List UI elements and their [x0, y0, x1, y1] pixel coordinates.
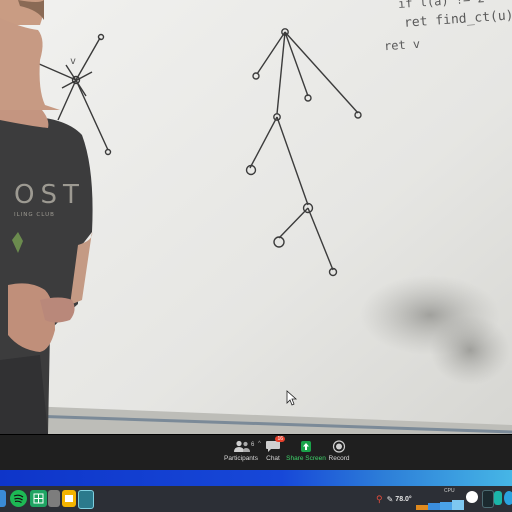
- desktop-wallpaper-strip: [0, 470, 512, 486]
- taskbar: ⚲ ✎ 78.0° CPU: [0, 486, 512, 512]
- cpu-monitor: CPU: [416, 488, 464, 510]
- files-icon[interactable]: [48, 490, 60, 507]
- shirt-logo: OST: [14, 180, 85, 210]
- weather-widget[interactable]: ⚲ ✎ 78.0°: [376, 486, 412, 512]
- chat-icon: 16: [265, 436, 285, 453]
- node-label: v: [70, 56, 77, 67]
- spotify-icon[interactable]: [10, 490, 27, 507]
- record-button[interactable]: Record: [318, 437, 360, 469]
- telegram-icon[interactable]: [504, 491, 512, 505]
- game-icon[interactable]: [78, 490, 94, 509]
- slides-icon[interactable]: [62, 490, 76, 507]
- dark-app-icon[interactable]: [482, 490, 494, 508]
- participants-count: 6: [251, 442, 255, 448]
- meeting-toolbar: 6 ^ Participants 16 Chat Share Screen Re…: [0, 434, 512, 471]
- participants-icon: 6 ^: [233, 440, 261, 453]
- whiteboard-drawing: [0, 0, 512, 434]
- share-screen-icon: [298, 440, 314, 453]
- video-feed: if l(a) != 2 ret find_ct(u) ret v v OST …: [0, 0, 512, 434]
- code-line-3: ret v: [383, 36, 421, 54]
- record-icon: [331, 440, 347, 453]
- thermometer-icon: ✎: [386, 494, 394, 504]
- temperature-readout: 78.0°: [395, 495, 412, 503]
- shirt-subtext: ILING CLUB: [14, 212, 55, 218]
- sheets-icon[interactable]: [30, 490, 47, 507]
- spotify-icon[interactable]: [0, 490, 6, 507]
- location-icon: ⚲: [376, 493, 383, 504]
- teal-app-icon[interactable]: [494, 491, 502, 505]
- record-label: Record: [328, 455, 350, 462]
- system-circle-icon[interactable]: [466, 491, 478, 503]
